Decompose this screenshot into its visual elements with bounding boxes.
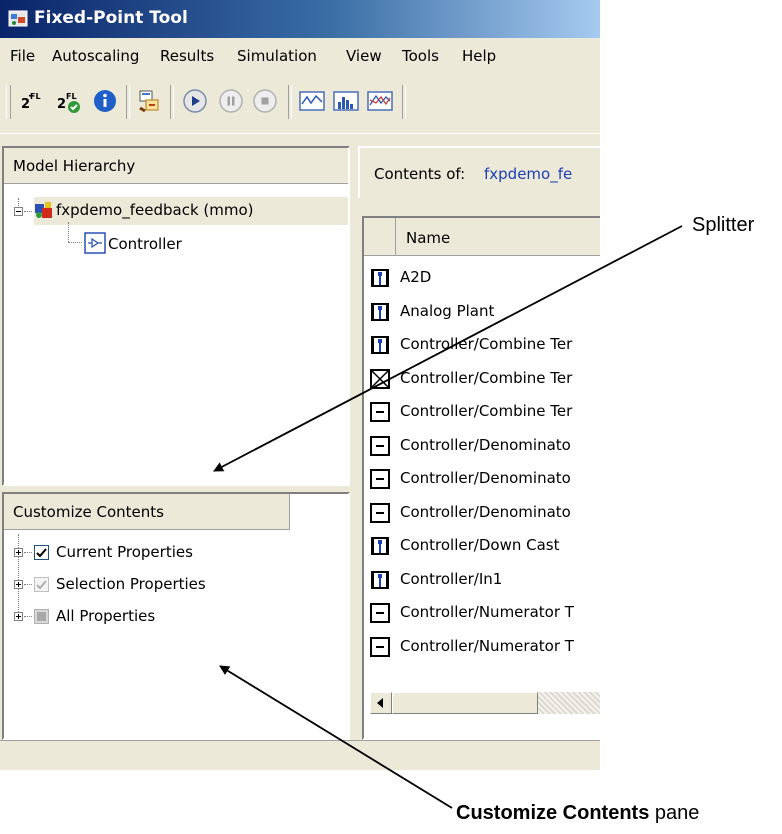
pane-callout-rest: pane bbox=[649, 802, 700, 824]
pane-arrow bbox=[219, 665, 453, 809]
annotation-arrows bbox=[213, 225, 683, 809]
splitter-arrow bbox=[213, 225, 683, 472]
pane-callout-bold: Customize Contents bbox=[456, 802, 650, 824]
splitter-callout: Splitter bbox=[692, 214, 755, 236]
pane-callout: Customize Contents pane bbox=[456, 802, 699, 825]
